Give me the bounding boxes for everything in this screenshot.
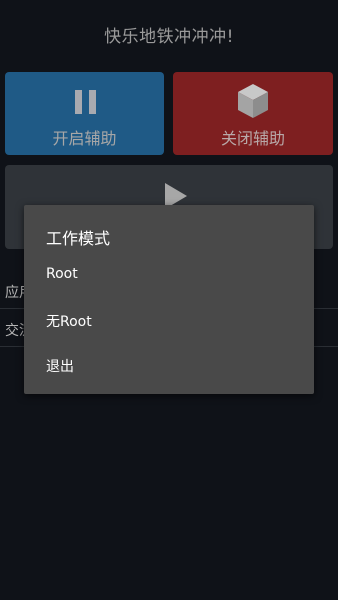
- cube-icon: [238, 84, 268, 118]
- mode-noroot-label: 无Root: [46, 314, 92, 330]
- app-screen: 快乐地铁冲冲冲! 开启辅助 关闭辅助 应用 交流 工作模式 Root 无Root: [0, 0, 338, 600]
- dialog-title: 工作模式: [46, 229, 111, 248]
- mode-root-label: Root: [46, 266, 78, 282]
- work-mode-dialog: 工作模式 Root 无Root 退出: [24, 205, 314, 394]
- pause-icon: [75, 90, 97, 114]
- start-assist-label: 开启辅助: [52, 129, 117, 148]
- mode-noroot-option[interactable]: 无Root: [24, 298, 314, 342]
- mode-root-option[interactable]: Root: [24, 253, 314, 297]
- stop-assist-button[interactable]: 关闭辅助: [173, 72, 333, 155]
- app-title: 快乐地铁冲冲冲!: [104, 27, 234, 47]
- start-assist-button[interactable]: 开启辅助: [5, 72, 164, 155]
- exit-option[interactable]: 退出: [24, 343, 314, 387]
- stop-assist-label: 关闭辅助: [220, 129, 285, 148]
- exit-label: 退出: [46, 359, 74, 375]
